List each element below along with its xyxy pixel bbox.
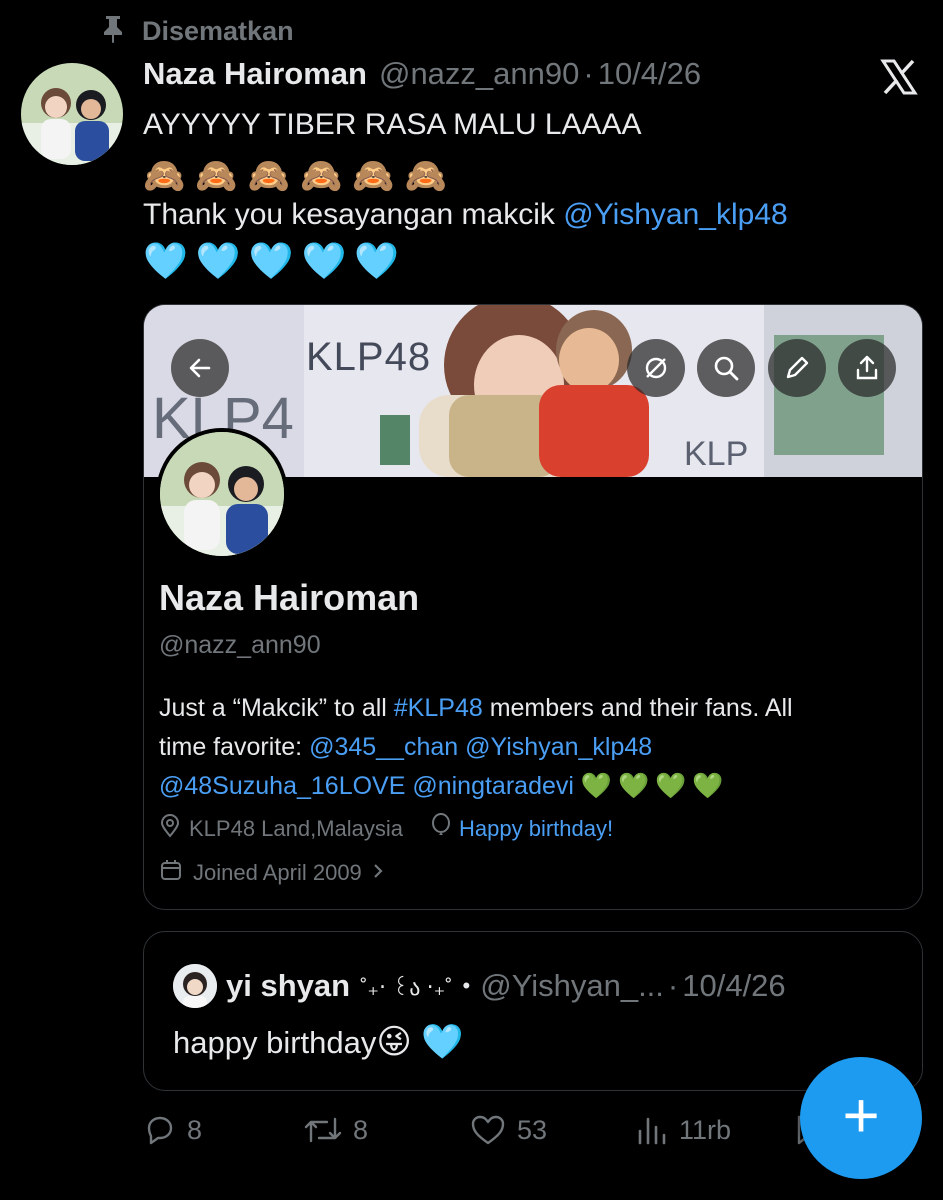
bio-text-2: members and their fans. All [482,694,793,722]
profile-handle: @nazz_ann90 [159,631,321,659]
quote-bullet: • [462,973,471,998]
author-handle[interactable]: @nazz_ann90 [379,56,579,92]
bio-hashtag-link[interactable]: #KLP48 [394,694,483,722]
quote-date: 10/4/26 [682,968,786,1003]
pinned-indicator: Disematkan [100,14,294,48]
quote-text: happy birthday [173,1025,377,1060]
chevron-right-icon [372,860,384,886]
post-header: Naza Hairoman @nazz_ann90 · 10/4/26 [143,56,701,102]
like-icon [471,1115,505,1145]
edit-pencil-icon [786,356,809,379]
quote-header: yi shyan ˚₊‧ ꒰ა ‧₊˚ • @Yishyan_... · 10/… [226,964,786,1008]
x-logo-icon[interactable] [880,58,918,96]
views-count: 11rb [679,1114,732,1145]
quote-text-row: happy birthday😜 🩵 [173,1022,464,1062]
pinned-label: Disematkan [142,15,294,46]
author-avatar[interactable] [21,63,123,165]
banner-text-1: KLP48 [306,335,432,379]
profile-card-image[interactable]: KLP48 KLP4 KLP Naza Hairoman @nazz_ann90… [143,304,923,910]
search-button[interactable] [697,339,755,397]
back-arrow-icon [189,358,211,378]
bio-line-2: time favorite: @345__chan @Yishyan_klp48 [159,728,909,767]
hide-icon [645,357,667,379]
views-button[interactable]: 11rb [635,1105,731,1155]
plus-icon: + [842,1079,880,1151]
profile-location: KLP48 Land,Malaysia [189,816,404,841]
post-thanks-text: Thank you kesayangan makcik [143,198,564,231]
bio-line-1: Just a “Makcik” to all #KLP48 members an… [159,689,909,728]
bio-mention-3[interactable]: @48Suzuha_16LOVE [159,772,405,800]
quote-author-avatar [173,964,217,1008]
header-separator: · [583,56,594,91]
quote-name-decor: ˚₊‧ ꒰ა ‧₊˚ [360,974,453,1000]
quote-emoji: 😜 🩵 [376,1023,464,1061]
pin-icon [100,13,126,50]
hide-button[interactable] [627,339,685,397]
reply-count: 8 [187,1114,203,1145]
search-icon [714,356,739,381]
profile-joined-row[interactable]: Joined April 2009 [159,858,384,888]
quoted-post[interactable]: yi shyan ˚₊‧ ꒰ა ‧₊˚ • @Yishyan_... · 10/… [143,931,923,1091]
bio-hearts: 💚💚💚💚 [580,772,730,800]
bio-mention-2[interactable]: @Yishyan_klp48 [465,733,652,761]
reply-button[interactable]: 8 [143,1105,202,1155]
quote-author-name: yi shyan [226,968,351,1003]
post-text-line-1: AYYYYY TIBER RASA MALU LAAAA [143,108,642,141]
profile-birthday[interactable]: Happy birthday! [459,816,613,842]
profile-bio: Just a “Makcik” to all #KLP48 members an… [159,689,909,806]
profile-avatar[interactable] [156,428,288,560]
compose-fab-button[interactable]: + [800,1057,922,1179]
back-button[interactable] [171,339,229,397]
quote-separator: · [667,968,679,1003]
profile-meta-row: KLP48 Land,Malaysia Happy birthday! [159,813,613,845]
balloon-icon [431,813,451,845]
calendar-icon [159,858,183,888]
post-mention-link[interactable]: @Yishyan_klp48 [563,198,787,231]
post-emoji-monkeys: 🙈🙈🙈🙈🙈🙈 [143,157,458,195]
repost-count: 8 [353,1114,369,1145]
repost-icon [304,1117,342,1143]
bio-line-3: @48Suzuha_16LOVE @ningtaradevi 💚💚💚💚 [159,767,909,806]
bio-mention-4[interactable]: @ningtaradevi [412,772,574,800]
like-button[interactable]: 53 [469,1105,547,1155]
like-count: 53 [517,1114,548,1145]
post-date[interactable]: 10/4/26 [598,56,701,92]
repost-button[interactable]: 8 [303,1105,368,1155]
quote-author-handle: @Yishyan_... [480,968,664,1003]
profile-joined: Joined April 2009 [193,860,362,885]
edit-button[interactable] [768,339,826,397]
author-name[interactable]: Naza Hairoman [143,56,367,92]
banner-text-3: KLP [684,435,749,473]
bio-text-1: Just a “Makcik” to all [159,694,394,722]
reply-icon [147,1116,173,1145]
location-pin-icon [159,814,181,844]
post-text-line-3: Thank you kesayangan makcik @Yishyan_klp… [143,198,788,232]
views-icon [638,1117,666,1145]
bio-mention-1[interactable]: @345__chan [309,733,458,761]
share-button[interactable] [838,339,896,397]
bio-text-3: time favorite: [159,733,310,761]
share-icon [856,355,878,380]
profile-name: Naza Hairoman [159,577,420,618]
post-emoji-hearts: 🩵🩵🩵🩵🩵 [143,240,408,281]
